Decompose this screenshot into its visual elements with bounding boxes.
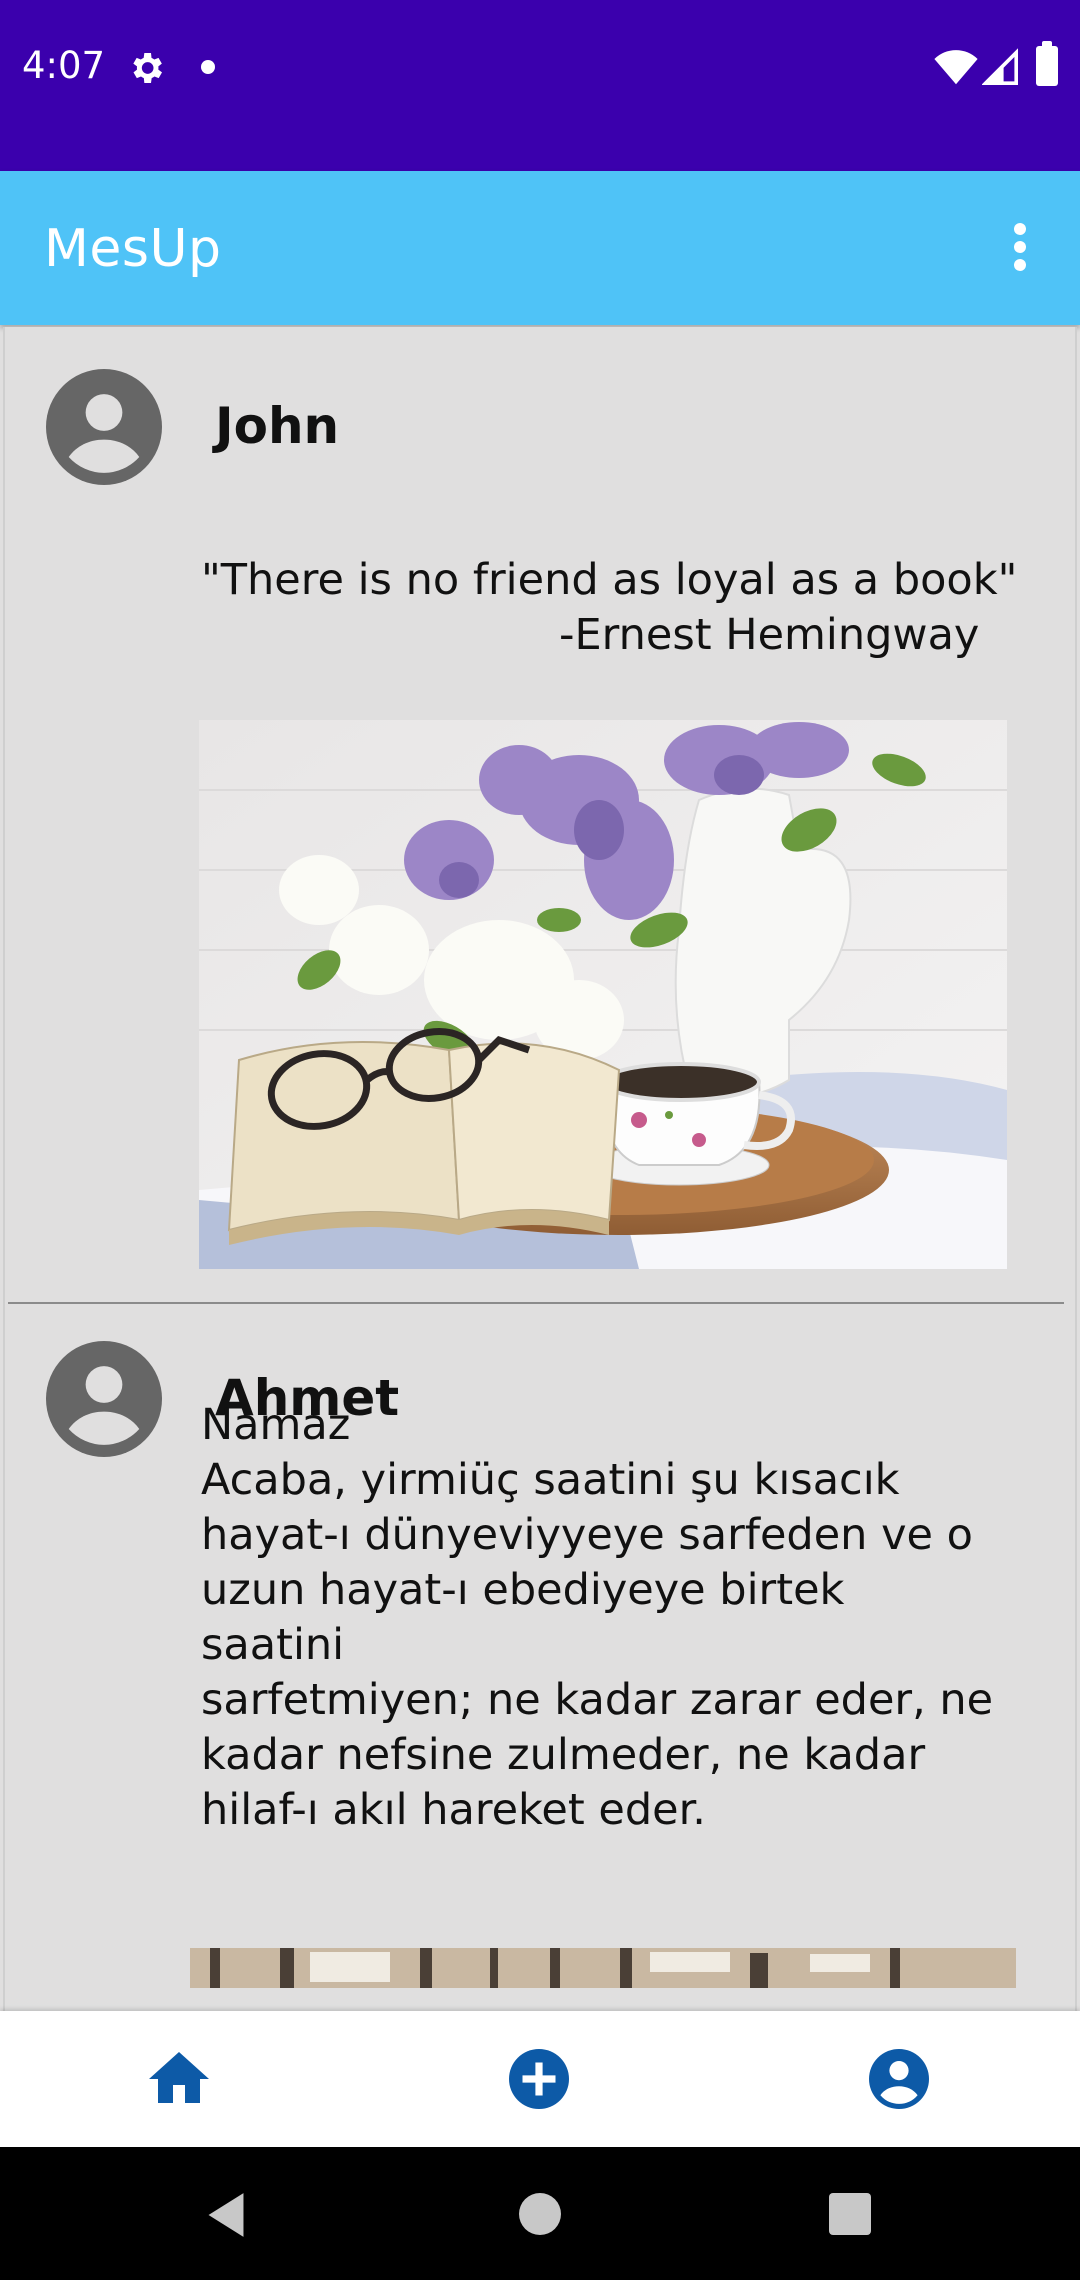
post-text-line: hilaf-ı akıl hareket eder. xyxy=(201,1785,706,1835)
account-circle-icon[interactable] xyxy=(863,2043,935,2115)
notification-dot-icon xyxy=(201,60,215,74)
wifi-icon xyxy=(934,50,978,85)
post-card: Ahmet Namaz Acaba, yirmiüç saatini şu kı… xyxy=(5,1305,1075,2005)
post-image[interactable] xyxy=(190,1948,1016,1988)
post-image[interactable] xyxy=(199,720,1007,1269)
back-icon[interactable] xyxy=(204,2191,248,2239)
post-text-line: Namaz xyxy=(201,1400,351,1450)
post-text-line: uzun hayat-ı ebediyeye birtek saatini xyxy=(201,1565,845,1670)
more-vert-icon[interactable] xyxy=(1000,215,1040,279)
home-circle-icon[interactable] xyxy=(519,2193,561,2235)
system-navigation-bar xyxy=(0,2147,1080,2280)
battery-icon xyxy=(1036,41,1058,86)
status-time: 4:07 xyxy=(22,44,106,87)
post-text-line: sarfetmiyen; ne kadar zarar eder, ne xyxy=(201,1675,994,1725)
post-text-line: Acaba, yirmiüç saatini şu kısacık xyxy=(201,1455,900,1505)
gear-icon xyxy=(133,53,162,83)
post-text: Namaz Acaba, yirmiüç saatini şu kısacık … xyxy=(201,1398,1001,1838)
account-circle-icon[interactable] xyxy=(46,1341,162,1457)
post-text-line: kadar nefsine zulmeder, ne kadar xyxy=(201,1730,926,1780)
bottom-navigation xyxy=(0,2011,1080,2147)
post-divider xyxy=(8,1302,1064,1304)
account-circle-icon[interactable] xyxy=(46,369,162,485)
post-quote-author: -Ernest Hemingway xyxy=(559,610,980,660)
post-feed[interactable]: John "There is no friend as loyal as a b… xyxy=(3,327,1077,2011)
add-circle-icon[interactable] xyxy=(503,2043,575,2115)
post-username[interactable]: John xyxy=(215,397,339,455)
app-title: MesUp xyxy=(44,219,222,279)
cell-signal-icon xyxy=(982,48,1018,85)
post-quote: "There is no friend as loyal as a book" xyxy=(201,555,1018,605)
home-icon[interactable] xyxy=(143,2043,215,2115)
recents-square-icon[interactable] xyxy=(829,2193,871,2235)
post-text-line: hayat-ı dünyeviyyeye sarfeden ve o xyxy=(201,1510,973,1560)
post-card: John "There is no friend as loyal as a b… xyxy=(5,327,1075,1304)
status-bar: 4:07 xyxy=(0,0,1080,171)
app-bar: MesUp xyxy=(0,171,1080,325)
